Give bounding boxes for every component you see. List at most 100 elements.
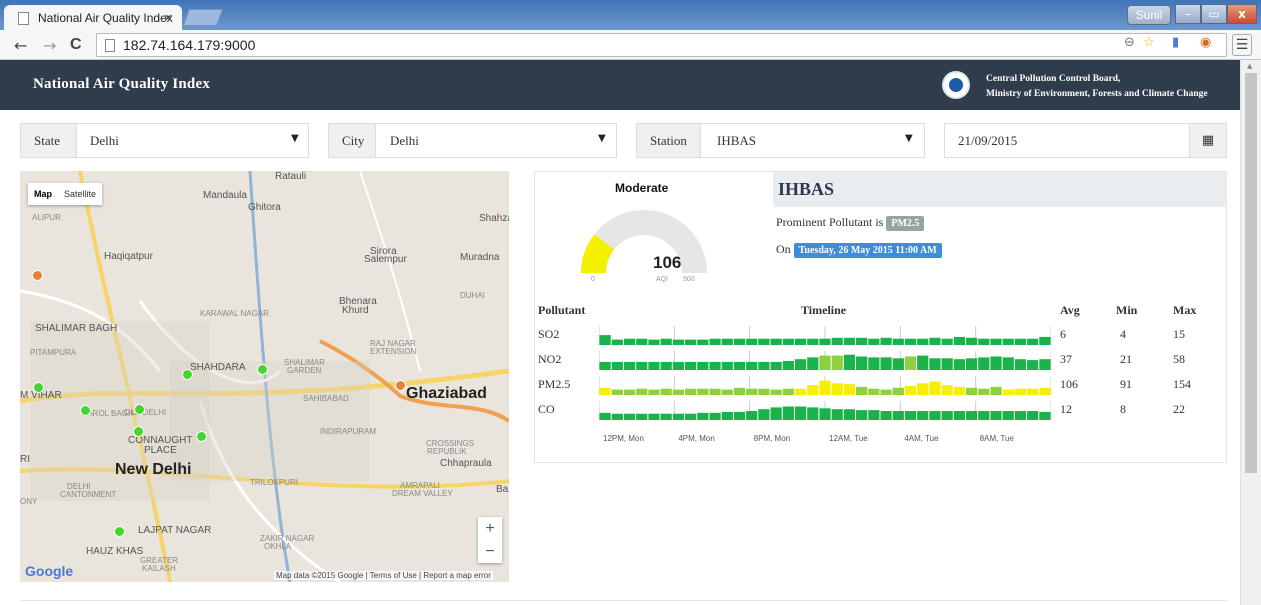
state-value: Delhi [90, 133, 119, 148]
tab-title: National Air Quality Index [38, 11, 173, 25]
timeline-bar [856, 356, 868, 370]
timeline-bar [794, 338, 807, 345]
map-label: Salempur [364, 254, 407, 265]
page-scrollbar[interactable]: ▲ [1240, 60, 1261, 605]
pollutant-name: CO [538, 402, 555, 416]
timeline-bar [733, 338, 746, 345]
extension-icon[interactable]: ▮ [1172, 35, 1179, 50]
timeline-bar [819, 380, 831, 395]
satellite-button[interactable]: Satellite [58, 189, 102, 199]
prominent-pollutant: Prominent Pollutant is PM2.5 [776, 215, 925, 231]
timeline-bar [770, 389, 782, 395]
scrollbar-thumb[interactable] [1245, 73, 1257, 473]
state-select[interactable]: State Delhi ▼ [20, 123, 309, 158]
timeline-bar [868, 410, 880, 420]
browser-tab[interactable]: National Air Quality Index × [4, 5, 182, 30]
timeline-bar [880, 357, 892, 370]
timeline-bar [978, 388, 990, 395]
city-select[interactable]: City Delhi ▼ [328, 123, 617, 158]
map-label: Ghitora [248, 202, 281, 213]
scroll-up-icon[interactable]: ▲ [1247, 62, 1252, 70]
timeline-bar [965, 411, 978, 420]
zoom-out-button[interactable]: − [478, 540, 502, 563]
zoom-icon[interactable]: ⊖ [1124, 35, 1135, 50]
station-marker[interactable] [32, 270, 43, 281]
timeline-bar [636, 338, 648, 345]
station-marker[interactable] [257, 364, 268, 375]
timeline-bar [599, 387, 611, 395]
maximize-button[interactable]: ▭ [1201, 4, 1227, 24]
timeline-bar [868, 357, 880, 370]
tab-close-icon[interactable]: × [164, 10, 172, 25]
forward-icon[interactable]: → [43, 36, 56, 55]
map-attribution[interactable]: Map data ©2015 Google | Terms of Use | R… [274, 571, 493, 580]
timeline-bar [941, 385, 953, 395]
timeline-bar [611, 361, 623, 370]
zoom-in-button[interactable]: + [478, 517, 502, 540]
station-marker[interactable] [134, 404, 145, 415]
timeline-bar [953, 359, 965, 370]
map-roads [20, 171, 509, 582]
map-label: Ghaziabad [406, 385, 487, 402]
timeline-bar [990, 386, 1002, 395]
map-button[interactable]: Map [28, 189, 58, 199]
address-bar[interactable]: 182.74.164.179:9000 [96, 33, 1227, 57]
timeline-bar [917, 355, 929, 370]
station-map[interactable]: Map Satellite Ratauli Mandaula Ghitora Sh… [20, 171, 509, 582]
back-icon[interactable]: ← [14, 36, 27, 55]
timeline-bar [733, 361, 746, 370]
timeline-bar [1002, 411, 1014, 420]
new-tab-button[interactable] [182, 9, 224, 26]
timeline-bar [672, 413, 685, 420]
map-label: DUHAI [460, 291, 485, 300]
timeline-bar [929, 381, 941, 395]
station-marker[interactable] [196, 431, 207, 442]
browser-menu-icon[interactable]: ☰ [1232, 34, 1252, 56]
prominent-badge: PM2.5 [886, 216, 925, 231]
timeline-bar [697, 388, 709, 395]
map-label: GARDEN [287, 366, 322, 375]
timeline-bar [746, 411, 758, 420]
timeline-bar [709, 361, 721, 370]
pollutant-min: 4 [1120, 327, 1126, 341]
map-label: INDIRAPURAM [320, 427, 377, 436]
map-label: PLACE [144, 445, 177, 456]
user-profile-button[interactable]: Sunil [1127, 5, 1171, 25]
bookmark-star-icon[interactable]: ☆ [1143, 35, 1155, 50]
map-label: RI [20, 454, 30, 465]
header-avg: Avg [1060, 303, 1080, 317]
close-window-button[interactable]: x [1227, 4, 1257, 24]
station-marker[interactable] [182, 369, 193, 380]
browser-toolbar: ← → C 182.74.164.179:9000 ⊖ ☆ ▮ ◉ ☰ [0, 30, 1261, 60]
date-picker[interactable]: 21/09/2015 ▦ [944, 123, 1227, 158]
timeline-bar [746, 388, 758, 395]
timeline-bar [611, 389, 623, 395]
station-marker[interactable] [133, 426, 144, 437]
organization-name: Central Pollution Control Board, Ministr… [986, 72, 1208, 102]
city-label: City [329, 124, 376, 157]
station-marker[interactable] [80, 405, 91, 416]
timeline-chart [599, 351, 1051, 370]
map-type-control[interactable]: Map Satellite [28, 183, 103, 205]
station-marker[interactable] [114, 526, 125, 537]
station-marker[interactable] [33, 382, 44, 393]
pollutant-min: 8 [1120, 402, 1126, 416]
zoom-control[interactable]: + − [478, 517, 502, 563]
station-panel: Moderate 106 0 AQI 500 IHBAS Prominent P… [534, 171, 1227, 463]
station-marker[interactable] [395, 380, 406, 391]
minimize-button[interactable]: – [1175, 4, 1201, 24]
reload-icon[interactable]: C [70, 36, 82, 54]
timeline-bar [672, 389, 685, 395]
map-label: Khurd [342, 305, 369, 316]
extension-2-icon[interactable]: ◉ [1200, 35, 1211, 50]
google-logo: Google [25, 563, 74, 579]
timeline-bar [1027, 388, 1039, 395]
timeline-bar [623, 361, 636, 370]
timeline-bar [856, 386, 868, 395]
timeline-bar [611, 413, 623, 420]
calendar-icon[interactable]: ▦ [1189, 124, 1226, 157]
timeline-bar [623, 413, 636, 420]
timeline-bar [599, 361, 611, 370]
station-select[interactable]: Station IHBAS ▼ [636, 123, 925, 158]
timeline-bar [660, 388, 672, 395]
